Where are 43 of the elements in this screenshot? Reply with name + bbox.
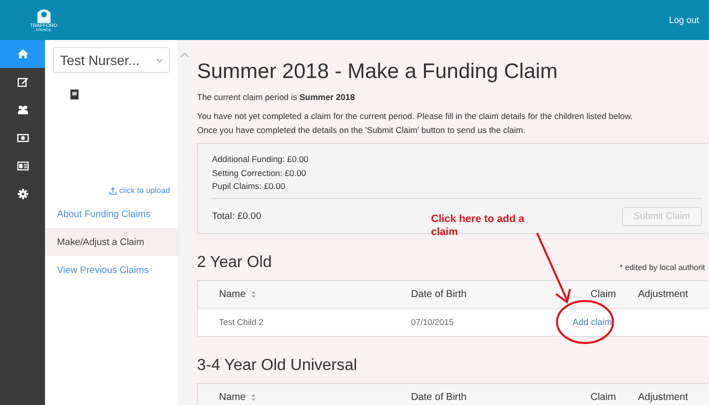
column-header: Adjustment [637,392,688,402]
logout-link[interactable]: Log out [668,15,699,25]
sort-icon [250,290,256,298]
sort-icon [250,392,256,402]
edit-icon [16,76,28,88]
table-cell-text: 07/10/2015 [411,317,455,327]
sidebar-item[interactable]: View Previous Claims [45,256,178,284]
summary-text: Setting Correction: £0.00 [212,166,308,180]
column-header: Date of Birth [411,392,468,402]
annotation-circle [556,300,614,344]
column-header: Claim [589,288,616,300]
settings-icon [16,188,28,200]
annotation-arrow [536,232,571,304]
chevron-up-icon [180,52,189,58]
table-cell-text: Test Child 2 [218,317,264,327]
upload-icon [109,186,118,194]
column-header: Date of Birth [411,288,468,300]
banknote-icon [16,132,28,144]
page-title: Summer 2018 - Make a Funding Claim [197,60,559,84]
column-header[interactable]: Name [198,392,411,402]
home-icon [16,48,28,60]
upload-link[interactable]: click to upload [109,186,170,195]
column-header: Adjustment [637,288,688,300]
intro-text: Once you have completed the details on the 'Submit Claim' button to send us the claim. [197,125,526,135]
column-header[interactable]: Name [198,288,411,300]
add-claim-link[interactable]: Add claim [572,317,612,327]
users-icon [16,104,28,116]
document-icon [70,89,79,100]
note-text: * edited by local authorit [620,262,705,272]
chevron-down-icon [156,58,163,62]
intro-text: You have not yet completed a claim for the current period. Please fill in the claim details for the children listed below. [197,111,634,121]
annotation-text: Click here to add a claim [431,213,526,239]
sidebar-item[interactable]: About Funding Claims [45,200,178,228]
section-title: 2 Year Old [197,254,272,272]
section-title: 3-4 Year Old Universal [197,356,358,374]
summary-text: Additional Funding: £0.00 [212,153,310,166]
summary-text: Pupil Claims: £0.00 [212,180,286,193]
setting-select[interactable]: Test Nurser... [53,47,170,73]
column-header: Claim [589,392,616,402]
period-text: The current claim period is Summer 2018 [197,92,356,102]
id-card-icon [16,160,28,172]
total-text: Total: £0.00 [212,210,262,222]
sidebar-item[interactable]: Make/Adjust a Claim [45,228,178,256]
